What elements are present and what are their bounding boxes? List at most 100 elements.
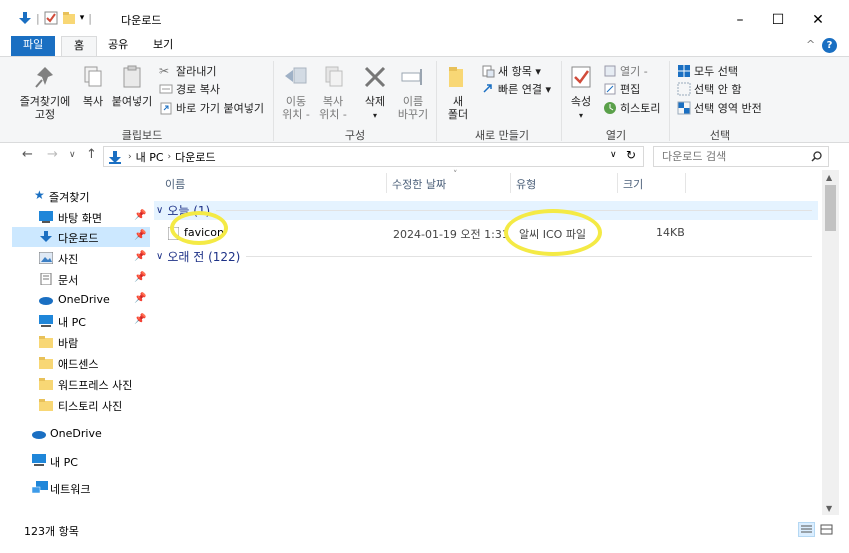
move-to-button[interactable]: 이동 위치 - (279, 63, 313, 121)
table-row[interactable]: favicon (168, 225, 368, 242)
new-folder-button[interactable]: 새 폴더 (444, 63, 472, 121)
easy-access-icon (483, 84, 492, 93)
pin-icon[interactable]: 📌 (134, 251, 146, 262)
nav-item-folder-wordpress[interactable]: 워드프레스 사진 (12, 374, 150, 394)
nav-item-desktop[interactable]: 바탕 화면 📌 (12, 207, 150, 227)
history-button[interactable]: 히스토리 (603, 100, 660, 116)
properties-dropdown-icon[interactable]: ▾ (579, 111, 583, 120)
group-header-today[interactable]: ∨ 오늘 (1) (154, 201, 818, 220)
nav-item-folder-wind[interactable]: 바람 (12, 332, 150, 352)
new-item-button[interactable]: 새 항목 ▾ (481, 63, 541, 79)
tab-share[interactable]: 공유 (96, 36, 140, 56)
copy-path-button[interactable]: 경로 복사 (159, 81, 220, 97)
nav-label: 즐겨찾기 (49, 191, 90, 204)
delete-dropdown-icon[interactable]: ▾ (373, 111, 377, 120)
collapse-ribbon-icon[interactable]: ^ (806, 38, 815, 51)
paste-button[interactable]: 붙여넣기 (110, 63, 154, 108)
paste-shortcut-button[interactable]: 바로 가기 붙여넣기 (159, 100, 264, 116)
chevron-right-icon[interactable]: › (168, 152, 172, 162)
cut-button[interactable]: ✂ 잘라내기 (159, 63, 216, 79)
edit-button[interactable]: 편집 (603, 81, 640, 97)
nav-network[interactable]: 네트워크 (20, 478, 158, 498)
nav-this-pc[interactable]: 내 PC (20, 451, 158, 471)
select-all-button[interactable]: 모두 선택 (677, 63, 738, 79)
nav-onedrive[interactable]: OneDrive (20, 424, 158, 444)
divider (436, 61, 437, 141)
help-icon[interactable]: ? (822, 38, 837, 53)
clipboard-group-label: 클립보드 (121, 129, 163, 142)
scroll-up-icon[interactable]: ▲ (826, 173, 832, 182)
invert-selection-button[interactable]: 선택 영역 반전 (677, 100, 762, 116)
pin-icon[interactable]: 📌 (134, 314, 146, 325)
tab-view[interactable]: 보기 (141, 36, 185, 56)
breadcrumb-downloads[interactable]: 다운로드 (175, 149, 215, 165)
nav-item-documents[interactable]: 문서 📌 (12, 269, 150, 289)
file-list: 이름 수정한 날짜 ˅ 유형 크기 ∨ 오늘 (1) favicon 2024-… (150, 170, 822, 515)
computer-icon (32, 454, 46, 466)
column-header-name[interactable]: 이름 (165, 176, 185, 192)
pin-icon[interactable]: 📌 (134, 293, 146, 304)
pin-to-quick-access-button[interactable]: 즐겨찾기에 고정 (16, 63, 74, 121)
details-view-button[interactable] (798, 522, 815, 537)
nav-item-this-pc-pinned[interactable]: 내 PC 📌 (12, 311, 150, 331)
up-arrow-icon[interactable]: ↑ (86, 147, 97, 162)
new-folder-icon[interactable] (62, 11, 76, 25)
nav-item-folder-adsense[interactable]: 애드센스 (12, 353, 150, 373)
rename-button[interactable]: 이름 바꾸기 (396, 63, 430, 121)
address-dropdown-icon[interactable]: ∨ (610, 150, 617, 160)
divider (561, 61, 562, 141)
chevron-right-icon[interactable]: › (128, 152, 132, 162)
download-arrow-icon[interactable] (18, 11, 32, 25)
collapse-chevron-icon[interactable]: ∨ (156, 251, 163, 262)
recent-locations-chevron-icon[interactable]: ∨ (69, 150, 76, 160)
delete-button[interactable]: 삭제 ▾ (360, 63, 390, 122)
refresh-icon[interactable]: ↻ (626, 148, 636, 162)
large-icons-view-button[interactable] (818, 522, 835, 537)
divider (273, 61, 274, 141)
easy-access-button[interactable]: 빠른 연결 ▾ (481, 81, 551, 97)
rename-label-1: 이름 (402, 95, 424, 108)
cloud-icon (32, 431, 46, 439)
select-none-button[interactable]: 선택 안 함 (677, 81, 741, 97)
tab-home[interactable]: 홈 (61, 36, 98, 56)
nav-quick-access[interactable]: ★ 즐겨찾기 (20, 186, 158, 206)
nav-label: 다운로드 (58, 232, 99, 245)
back-arrow-icon[interactable]: ← (22, 147, 33, 162)
forward-arrow-icon[interactable]: → (47, 147, 58, 162)
properties-button[interactable]: 속성 ▾ (567, 63, 595, 122)
nav-item-folder-tistory[interactable]: 티스토리 사진 (12, 395, 150, 415)
pin-icon[interactable]: 📌 (134, 272, 146, 283)
properties-check-icon[interactable] (44, 11, 58, 25)
customize-toolbar-icon[interactable]: ▾ (80, 13, 85, 23)
nav-item-downloads[interactable]: 다운로드 📌 (12, 227, 150, 247)
column-header-size[interactable]: 크기 (623, 176, 643, 192)
properties-check-icon (571, 66, 591, 88)
group-header-older[interactable]: ∨ 오래 전 (122) (154, 247, 818, 266)
maximize-button[interactable]: ☐ (758, 8, 798, 32)
column-header-type[interactable]: 유형 (516, 176, 536, 192)
address-bar[interactable]: › 내 PC › 다운로드 ∨ ↻ (103, 146, 644, 167)
column-header-date[interactable]: 수정한 날짜 (392, 176, 446, 192)
nav-label: 티스토리 사진 (58, 400, 123, 413)
open-button[interactable]: 열기 - (603, 63, 648, 79)
collapse-chevron-icon[interactable]: ∨ (156, 205, 163, 216)
breadcrumb-this-pc[interactable]: 내 PC (136, 149, 164, 165)
properties-label: 속성 (570, 95, 592, 108)
vertical-scrollbar[interactable]: ▲ ▼ (822, 170, 839, 515)
close-button[interactable]: ✕ (798, 8, 838, 32)
copy-button[interactable]: 복사 (78, 63, 108, 108)
paste-label: 붙여넣기 (111, 95, 153, 108)
scissors-icon: ✂ (159, 64, 170, 78)
minimize-button[interactable]: – (720, 8, 760, 32)
copy-to-button[interactable]: 복사 위치 - (316, 63, 350, 121)
search-icon[interactable] (811, 151, 822, 162)
tab-file[interactable]: 파일 (11, 36, 56, 56)
pin-icon[interactable]: 📌 (134, 230, 146, 241)
scroll-down-icon[interactable]: ▼ (826, 504, 832, 513)
nav-label: 애드센스 (58, 358, 99, 371)
scrollbar-thumb[interactable] (825, 185, 836, 231)
nav-item-pictures[interactable]: 사진 📌 (12, 248, 150, 268)
nav-item-onedrive-pinned[interactable]: OneDrive 📌 (12, 290, 150, 310)
pin-icon[interactable]: 📌 (134, 210, 146, 221)
search-input[interactable] (653, 146, 829, 167)
